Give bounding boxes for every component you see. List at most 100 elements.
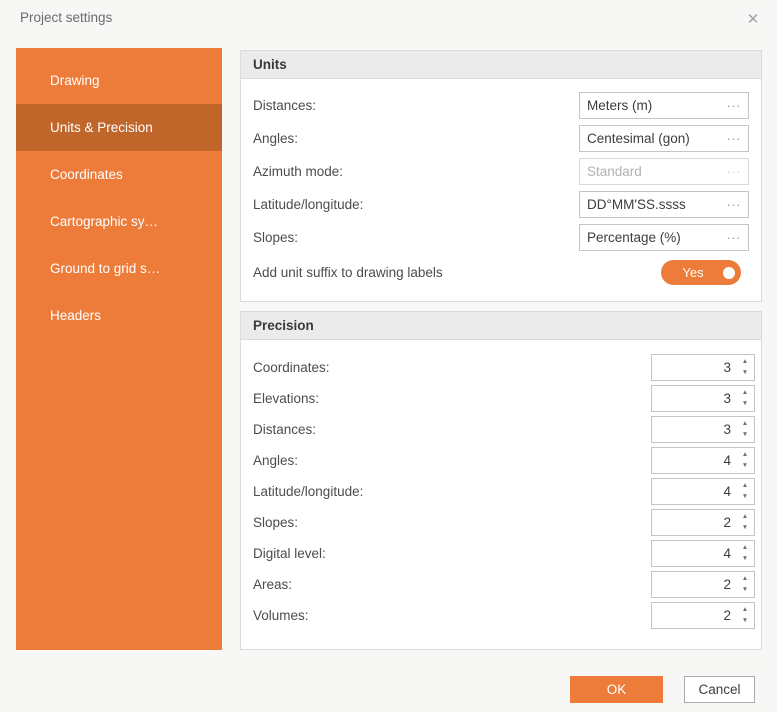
spin-down-icon[interactable]: ▼ bbox=[742, 556, 748, 563]
sidebar-item-label: Units & Precision bbox=[50, 120, 153, 135]
precision-field-row-elevations: Elevations: 3 ▲ ▼ bbox=[253, 385, 755, 412]
sidebar-item-label: Cartographic sy… bbox=[50, 214, 158, 229]
stepper-value[interactable]: 2 bbox=[652, 515, 738, 530]
spin-up-icon[interactable]: ▲ bbox=[742, 421, 748, 428]
field-label: Distances: bbox=[253, 422, 316, 437]
field-label: Latitude/longitude: bbox=[253, 484, 363, 499]
spinner: ▲ ▼ bbox=[738, 355, 754, 380]
sidebar-item-units-precision[interactable]: Units & Precision bbox=[16, 104, 222, 151]
precision-field-row-latitude-longitude: Latitude/longitude: 4 ▲ ▼ bbox=[253, 478, 755, 505]
number-stepper[interactable]: 2 ▲ ▼ bbox=[651, 509, 755, 536]
sidebar-item-ground-to-grid[interactable]: Ground to grid s… bbox=[16, 245, 222, 292]
ellipsis-icon[interactable]: ··· bbox=[727, 131, 742, 146]
stepper-value[interactable]: 2 bbox=[652, 577, 738, 592]
number-stepper[interactable]: 4 ▲ ▼ bbox=[651, 478, 755, 505]
precision-field-row-volumes: Volumes: 2 ▲ ▼ bbox=[253, 602, 755, 629]
spin-down-icon[interactable]: ▼ bbox=[742, 463, 748, 470]
dropdown-field[interactable]: Meters (m) ··· bbox=[579, 92, 749, 119]
spinner: ▲ ▼ bbox=[738, 603, 754, 628]
ok-button[interactable]: OK bbox=[570, 676, 663, 703]
spinner: ▲ ▼ bbox=[738, 448, 754, 473]
dropdown-field[interactable]: Percentage (%) ··· bbox=[579, 224, 749, 251]
ellipsis-icon[interactable]: ··· bbox=[727, 164, 742, 179]
field-label: Slopes: bbox=[253, 515, 298, 530]
stepper-value[interactable]: 4 bbox=[652, 546, 738, 561]
field-label: Distances: bbox=[253, 98, 316, 113]
unit-suffix-toggle[interactable]: Yes bbox=[661, 260, 741, 285]
sidebar-item-label: Coordinates bbox=[50, 167, 123, 182]
precision-group-title: Precision bbox=[241, 312, 761, 340]
spinner: ▲ ▼ bbox=[738, 541, 754, 566]
stepper-value[interactable]: 3 bbox=[652, 422, 738, 437]
spin-up-icon[interactable]: ▲ bbox=[742, 576, 748, 583]
stepper-value[interactable]: 3 bbox=[652, 391, 738, 406]
sidebar-item-cartographic-systems[interactable]: Cartographic sy… bbox=[16, 198, 222, 245]
ellipsis-icon[interactable]: ··· bbox=[727, 98, 742, 113]
toggle-knob-icon bbox=[723, 267, 735, 279]
number-stepper[interactable]: 3 ▲ ▼ bbox=[651, 354, 755, 381]
field-label: Azimuth mode: bbox=[253, 164, 343, 179]
sidebar-item-label: Headers bbox=[50, 308, 101, 323]
stepper-value[interactable]: 2 bbox=[652, 608, 738, 623]
unit-field-row-azimuth-mode: Azimuth mode: Standard ··· bbox=[253, 158, 749, 185]
stepper-value[interactable]: 4 bbox=[652, 484, 738, 499]
spin-down-icon[interactable]: ▼ bbox=[742, 525, 748, 532]
spin-down-icon[interactable]: ▼ bbox=[742, 370, 748, 377]
dropdown-field[interactable]: Standard ··· bbox=[579, 158, 749, 185]
toggle-label: Add unit suffix to drawing labels bbox=[253, 265, 443, 280]
units-group-title: Units bbox=[241, 51, 761, 79]
field-label: Digital level: bbox=[253, 546, 326, 561]
dropdown-value: DD°MM'SS.ssss bbox=[587, 197, 686, 212]
spinner: ▲ ▼ bbox=[738, 510, 754, 535]
project-settings-dialog: Project settings ✕ Drawing Units & Preci… bbox=[0, 0, 777, 712]
number-stepper[interactable]: 3 ▲ ▼ bbox=[651, 416, 755, 443]
sidebar-item-headers[interactable]: Headers bbox=[16, 292, 222, 339]
precision-field-row-distances: Distances: 3 ▲ ▼ bbox=[253, 416, 755, 443]
unit-field-row-slopes: Slopes: Percentage (%) ··· bbox=[253, 224, 749, 251]
number-stepper[interactable]: 4 ▲ ▼ bbox=[651, 447, 755, 474]
precision-field-row-coordinates: Coordinates: 3 ▲ ▼ bbox=[253, 354, 755, 381]
precision-field-row-areas: Areas: 2 ▲ ▼ bbox=[253, 571, 755, 598]
number-stepper[interactable]: 3 ▲ ▼ bbox=[651, 385, 755, 412]
cancel-button[interactable]: Cancel bbox=[684, 676, 755, 703]
stepper-value[interactable]: 3 bbox=[652, 360, 738, 375]
sidebar: Drawing Units & Precision Coordinates Ca… bbox=[16, 48, 222, 650]
spin-up-icon[interactable]: ▲ bbox=[742, 545, 748, 552]
spin-up-icon[interactable]: ▲ bbox=[742, 390, 748, 397]
number-stepper[interactable]: 4 ▲ ▼ bbox=[651, 540, 755, 567]
close-icon[interactable]: ✕ bbox=[741, 7, 765, 31]
units-group-body: Distances: Meters (m) ··· Angles: Centes… bbox=[241, 79, 761, 301]
sidebar-item-label: Drawing bbox=[50, 73, 100, 88]
precision-field-row-angles: Angles: 4 ▲ ▼ bbox=[253, 447, 755, 474]
spinner: ▲ ▼ bbox=[738, 479, 754, 504]
precision-group-body: Coordinates: 3 ▲ ▼ Elevations: 3 ▲ ▼ Dis… bbox=[241, 340, 761, 649]
sidebar-item-coordinates[interactable]: Coordinates bbox=[16, 151, 222, 198]
field-label: Slopes: bbox=[253, 230, 298, 245]
dropdown-field[interactable]: DD°MM'SS.ssss ··· bbox=[579, 191, 749, 218]
dropdown-field[interactable]: Centesimal (gon) ··· bbox=[579, 125, 749, 152]
spin-down-icon[interactable]: ▼ bbox=[742, 587, 748, 594]
dropdown-value: Centesimal (gon) bbox=[587, 131, 690, 146]
spin-down-icon[interactable]: ▼ bbox=[742, 401, 748, 408]
spinner: ▲ ▼ bbox=[738, 572, 754, 597]
spin-up-icon[interactable]: ▲ bbox=[742, 359, 748, 366]
dropdown-value: Percentage (%) bbox=[587, 230, 681, 245]
sidebar-item-drawing[interactable]: Drawing bbox=[16, 57, 222, 104]
spin-down-icon[interactable]: ▼ bbox=[742, 432, 748, 439]
field-label: Latitude/longitude: bbox=[253, 197, 363, 212]
units-group: Units Distances: Meters (m) ··· Angles: … bbox=[240, 50, 762, 302]
spin-up-icon[interactable]: ▲ bbox=[742, 607, 748, 614]
ellipsis-icon[interactable]: ··· bbox=[727, 197, 742, 212]
spin-up-icon[interactable]: ▲ bbox=[742, 452, 748, 459]
spin-down-icon[interactable]: ▼ bbox=[742, 494, 748, 501]
settings-panel: Units Distances: Meters (m) ··· Angles: … bbox=[240, 50, 762, 650]
stepper-value[interactable]: 4 bbox=[652, 453, 738, 468]
number-stepper[interactable]: 2 ▲ ▼ bbox=[651, 602, 755, 629]
number-stepper[interactable]: 2 ▲ ▼ bbox=[651, 571, 755, 598]
spin-down-icon[interactable]: ▼ bbox=[742, 618, 748, 625]
spinner: ▲ ▼ bbox=[738, 386, 754, 411]
spin-up-icon[interactable]: ▲ bbox=[742, 483, 748, 490]
ellipsis-icon[interactable]: ··· bbox=[727, 230, 742, 245]
field-label: Coordinates: bbox=[253, 360, 330, 375]
spin-up-icon[interactable]: ▲ bbox=[742, 514, 748, 521]
